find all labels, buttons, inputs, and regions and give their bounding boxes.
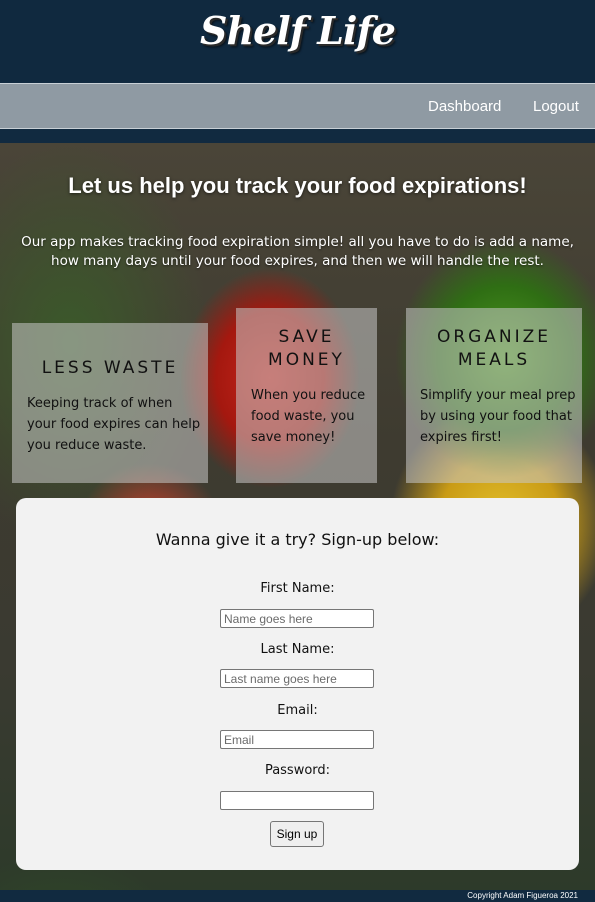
first-name-label: First Name: [260,581,335,596]
hero-section: Let us help you track your food expirati… [0,143,595,890]
feature-body: Keeping track of when your food expires … [27,396,201,453]
site-logo: Shelf Life [200,8,396,53]
nav-dashboard-link[interactable]: Dashboard [428,98,501,115]
hero-description: Our app makes tracking food expiration s… [21,234,574,269]
feature-card-organize-meals: ORGANIZE MEALS Simplify your meal prep b… [406,308,582,483]
feature-body: Simplify your meal prep by using your fo… [420,388,576,445]
email-label: Email: [277,703,318,718]
password-input[interactable] [220,791,374,810]
sign-up-button[interactable]: Sign up [270,821,324,847]
feature-card-less-waste: LESS WASTE Keeping track of when your fo… [12,323,208,483]
first-name-input[interactable] [220,609,374,628]
email-input[interactable] [220,730,374,749]
nav-logout-link[interactable]: Logout [533,98,579,115]
site-header: Shelf Life [0,0,595,82]
site-footer: Copyright Adam Figueroa 2021 [0,890,595,902]
feature-title: ORGANIZE MEALS [436,327,552,370]
last-name-input[interactable] [220,669,374,688]
feature-title: LESS WASTE [41,358,179,378]
password-label: Password: [264,763,331,778]
signup-title: Wanna give it a try? Sign-up below: [155,530,440,549]
feature-card-save-money: SAVE MONEY When you reduce food waste, y… [236,308,377,483]
hero-title: Let us help you track your food expirati… [68,173,527,198]
signup-form: Wanna give it a try? Sign-up below: Firs… [16,498,579,870]
copyright-text: Copyright Adam Figueroa 2021 [467,891,578,900]
last-name-label: Last Name: [260,642,335,657]
feature-body: When you reduce food waste, you save mon… [251,388,366,445]
nav-bar: Dashboard Logout [0,83,595,129]
feature-title: SAVE MONEY [268,327,345,370]
